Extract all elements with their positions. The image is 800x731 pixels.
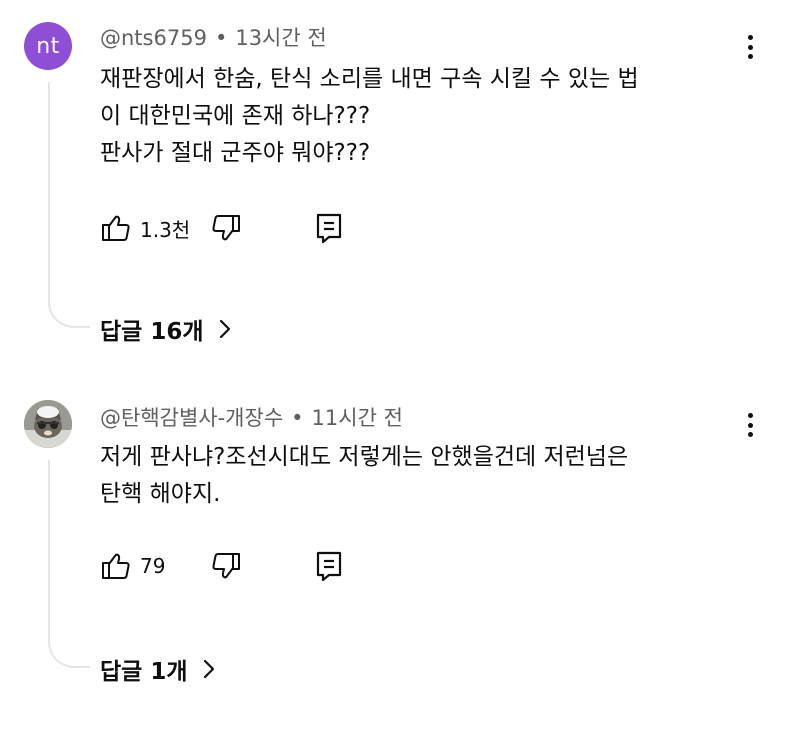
comment-meta: @nts6759 • 13시간 전: [100, 22, 327, 52]
comment-text: 재판장에서 한숨, 탄식 소리를 내면 구속 시킬 수 있는 법 이 대한민국에…: [100, 66, 639, 166]
avatar-cat-image: [24, 400, 72, 448]
chevron-right-icon: [202, 658, 216, 680]
view-replies-button[interactable]: 답글 16개: [100, 312, 232, 346]
comment-item: @탄핵감별사-개장수 • 11시간 전 저게 판사냐?조선시대도 저렇게는 안했을건…: [0, 380, 800, 710]
meta-separator: •: [291, 406, 304, 430]
like-count: 79: [140, 554, 166, 578]
comment-meta: @탄핵감별사-개장수 • 11시간 전: [100, 402, 403, 432]
reply-icon[interactable]: [314, 550, 344, 582]
chevron-right-icon: [218, 318, 232, 340]
comment-actions: 1.3천: [100, 212, 344, 244]
author-handle[interactable]: @nts6759: [100, 26, 207, 50]
more-vert-icon[interactable]: [738, 32, 762, 62]
meta-separator: •: [214, 26, 228, 50]
comment-text: 저게 판사냐?조선시대도 저렇게는 안했을건데 저런넘은 탄핵 해야지.: [100, 444, 629, 507]
avatar[interactable]: [24, 400, 72, 448]
comment-timestamp[interactable]: 13시간 전: [235, 26, 326, 50]
comment-actions: 79: [100, 550, 344, 582]
view-replies-button[interactable]: 답글 1개: [100, 652, 216, 686]
thumb-down-icon[interactable]: [210, 550, 242, 582]
reply-icon[interactable]: [314, 212, 344, 244]
comment-timestamp[interactable]: 11시간 전: [312, 406, 403, 430]
author-handle[interactable]: @탄핵감별사-개장수: [100, 406, 283, 430]
comment-item: nt @nts6759 • 13시간 전 재판장에서 한숨, 탄식 소리를 내면 구…: [0, 0, 800, 360]
thumb-up-icon[interactable]: [100, 212, 132, 244]
replies-count-label: 답글 1개: [100, 659, 188, 685]
thread-connector-line: [48, 460, 90, 668]
avatar-initials: nt: [36, 33, 60, 59]
like-count: 1.3천: [140, 217, 191, 242]
thumb-down-icon[interactable]: [210, 212, 242, 244]
avatar[interactable]: nt: [24, 22, 72, 70]
thread-connector-line: [48, 82, 90, 328]
thumb-up-icon[interactable]: [100, 550, 132, 582]
replies-count-label: 답글 16개: [100, 319, 204, 345]
more-vert-icon[interactable]: [738, 410, 762, 440]
